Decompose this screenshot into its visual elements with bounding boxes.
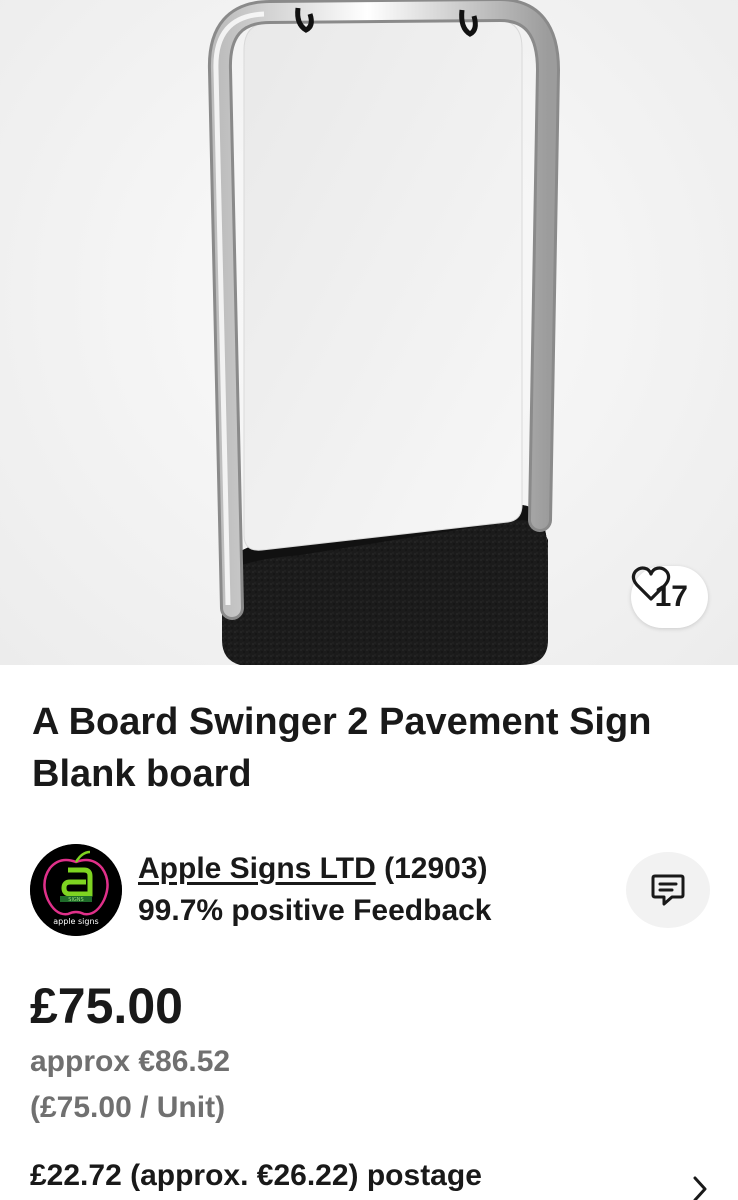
postage-row[interactable]: £22.72 (approx. €26.22) postage [30,1152,720,1200]
svg-text:SIGNS: SIGNS [68,897,83,903]
svg-text:apple signs: apple signs [53,917,98,926]
seller-name-link[interactable]: Apple Signs LTD [138,852,376,885]
item-price: £75.00 [30,978,183,1034]
postage-text: £22.72 (approx. €26.22) postage [30,1159,482,1192]
seller-line: Apple Signs LTD (12903) [138,848,492,890]
product-image[interactable]: 17 [0,0,738,665]
item-title: A Board Swinger 2 Pavement Sign Blank bo… [32,701,652,795]
seller-avatar[interactable]: SIGNS apple signs [30,844,122,936]
seller-feedback-summary: 99.7% positive Feedback [138,894,492,927]
watch-button[interactable]: 17 [630,566,708,628]
chat-icon [651,874,685,906]
seller-info: Apple Signs LTD (12903) 99.7% positive F… [138,848,492,932]
a-board-sign-illustration [207,0,561,665]
unit-price: (£75.00 / Unit) [30,1091,226,1124]
chevron-right-icon [693,1176,707,1200]
heart-icon [631,566,670,601]
item-page: 17 A Board Swinger 2 Pavement Sign Blank… [0,0,738,1200]
seller-feedback-count: (12903) [384,852,488,885]
contact-seller-button[interactable] [626,852,710,928]
seller-section: SIGNS apple signs Apple Signs LTD (12903… [30,844,710,936]
apple-signs-logo: SIGNS apple signs [30,844,122,936]
approx-price: approx €86.52 [30,1045,231,1078]
